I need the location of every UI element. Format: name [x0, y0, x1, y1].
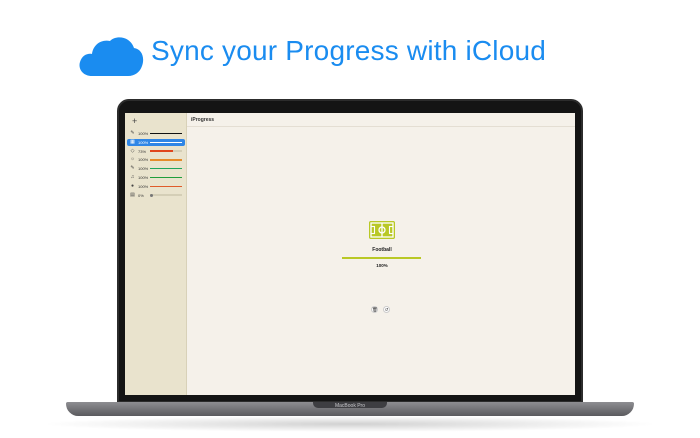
sidebar-item-progress	[150, 176, 182, 179]
book-icon: ▤	[130, 191, 135, 198]
progress-bar-fill	[342, 257, 421, 259]
sidebar-item[interactable]: ☼ 100%	[127, 156, 185, 163]
sidebar-item[interactable]: ● 100%	[127, 183, 185, 190]
sidebar-item[interactable]: ♫ 100%	[127, 174, 185, 181]
target-icon: ●	[130, 182, 135, 189]
pencil-icon: ✎	[130, 165, 135, 172]
sidebar-item[interactable]: ▦ 100%	[127, 138, 185, 146]
sidebar-item[interactable]: ▤ 0%	[127, 192, 185, 199]
sidebar-item-progress	[150, 167, 182, 170]
laptop-shadow	[40, 416, 660, 432]
titlebar: iProgress	[187, 113, 575, 127]
sidebar-item[interactable]: ◇ 73%	[127, 148, 185, 155]
sidebar-item-progress	[150, 141, 182, 144]
reset-icon: ↺	[384, 307, 389, 312]
sidebar-item-progress-fill	[150, 150, 174, 152]
diamond-icon: ◇	[130, 147, 135, 154]
sidebar-item-progress	[150, 150, 182, 152]
sidebar-item[interactable]: ✎ 100%	[127, 130, 185, 137]
sidebar-item-percent: 100%	[138, 175, 149, 180]
sidebar: + ✎ 100% ▦ 100% ◇ 73% ☼ 100% ✎ 100% ♫ 100% ● 100% ▤ 0%	[125, 113, 187, 395]
sidebar-item-progress-fill	[150, 185, 182, 188]
sun-icon: ☼	[130, 156, 135, 163]
pen-icon: ✎	[130, 130, 135, 136]
reset-button[interactable]: ↺	[383, 306, 390, 313]
app-title: iProgress	[191, 117, 215, 123]
sidebar-item-progress-fill	[150, 176, 182, 179]
headline: Sync your Progress with iCloud	[151, 35, 547, 66]
sidebar-item-progress	[150, 193, 182, 197]
sidebar-item-percent: 100%	[138, 131, 149, 136]
add-button[interactable]: +	[132, 116, 137, 126]
music-icon: ♫	[130, 174, 135, 180]
sidebar-item-percent: 100%	[138, 157, 149, 163]
delete-button[interactable]: 🗑	[371, 306, 378, 313]
progress-title: Football	[372, 247, 392, 253]
sidebar-item-percent: 100%	[138, 166, 149, 172]
sidebar-item-progress-knob	[150, 193, 153, 197]
sidebar-item-progress-fill	[150, 141, 182, 144]
sidebar-item-percent: 100%	[138, 183, 149, 189]
app-screen: + ✎ 100% ▦ 100% ◇ 73% ☼ 100% ✎ 100% ♫ 100% ● 100% ▤ 0% …	[125, 113, 575, 395]
progress-bar	[342, 257, 421, 259]
cloud-icon	[79, 37, 144, 76]
sidebar-item-progress-fill	[150, 132, 182, 135]
football-icon: ▦	[130, 138, 135, 145]
sidebar-item-percent: 73%	[138, 148, 147, 154]
device-label: MacBook Pro	[334, 403, 365, 409]
progress-percent: 100%	[376, 263, 388, 268]
sidebar-item-progress	[150, 185, 182, 188]
sidebar-item-percent: 100%	[138, 139, 149, 145]
sidebar-item-progress-fill	[150, 159, 182, 161]
trash-icon: 🗑	[372, 307, 378, 312]
sidebar-item[interactable]: ✎ 100%	[127, 165, 185, 172]
sidebar-item-progress	[150, 159, 182, 161]
sidebar-item-progress-fill	[150, 167, 182, 170]
sidebar-item-progress	[150, 132, 182, 135]
sidebar-item-percent: 0%	[138, 192, 144, 198]
football-field-icon	[369, 221, 395, 239]
